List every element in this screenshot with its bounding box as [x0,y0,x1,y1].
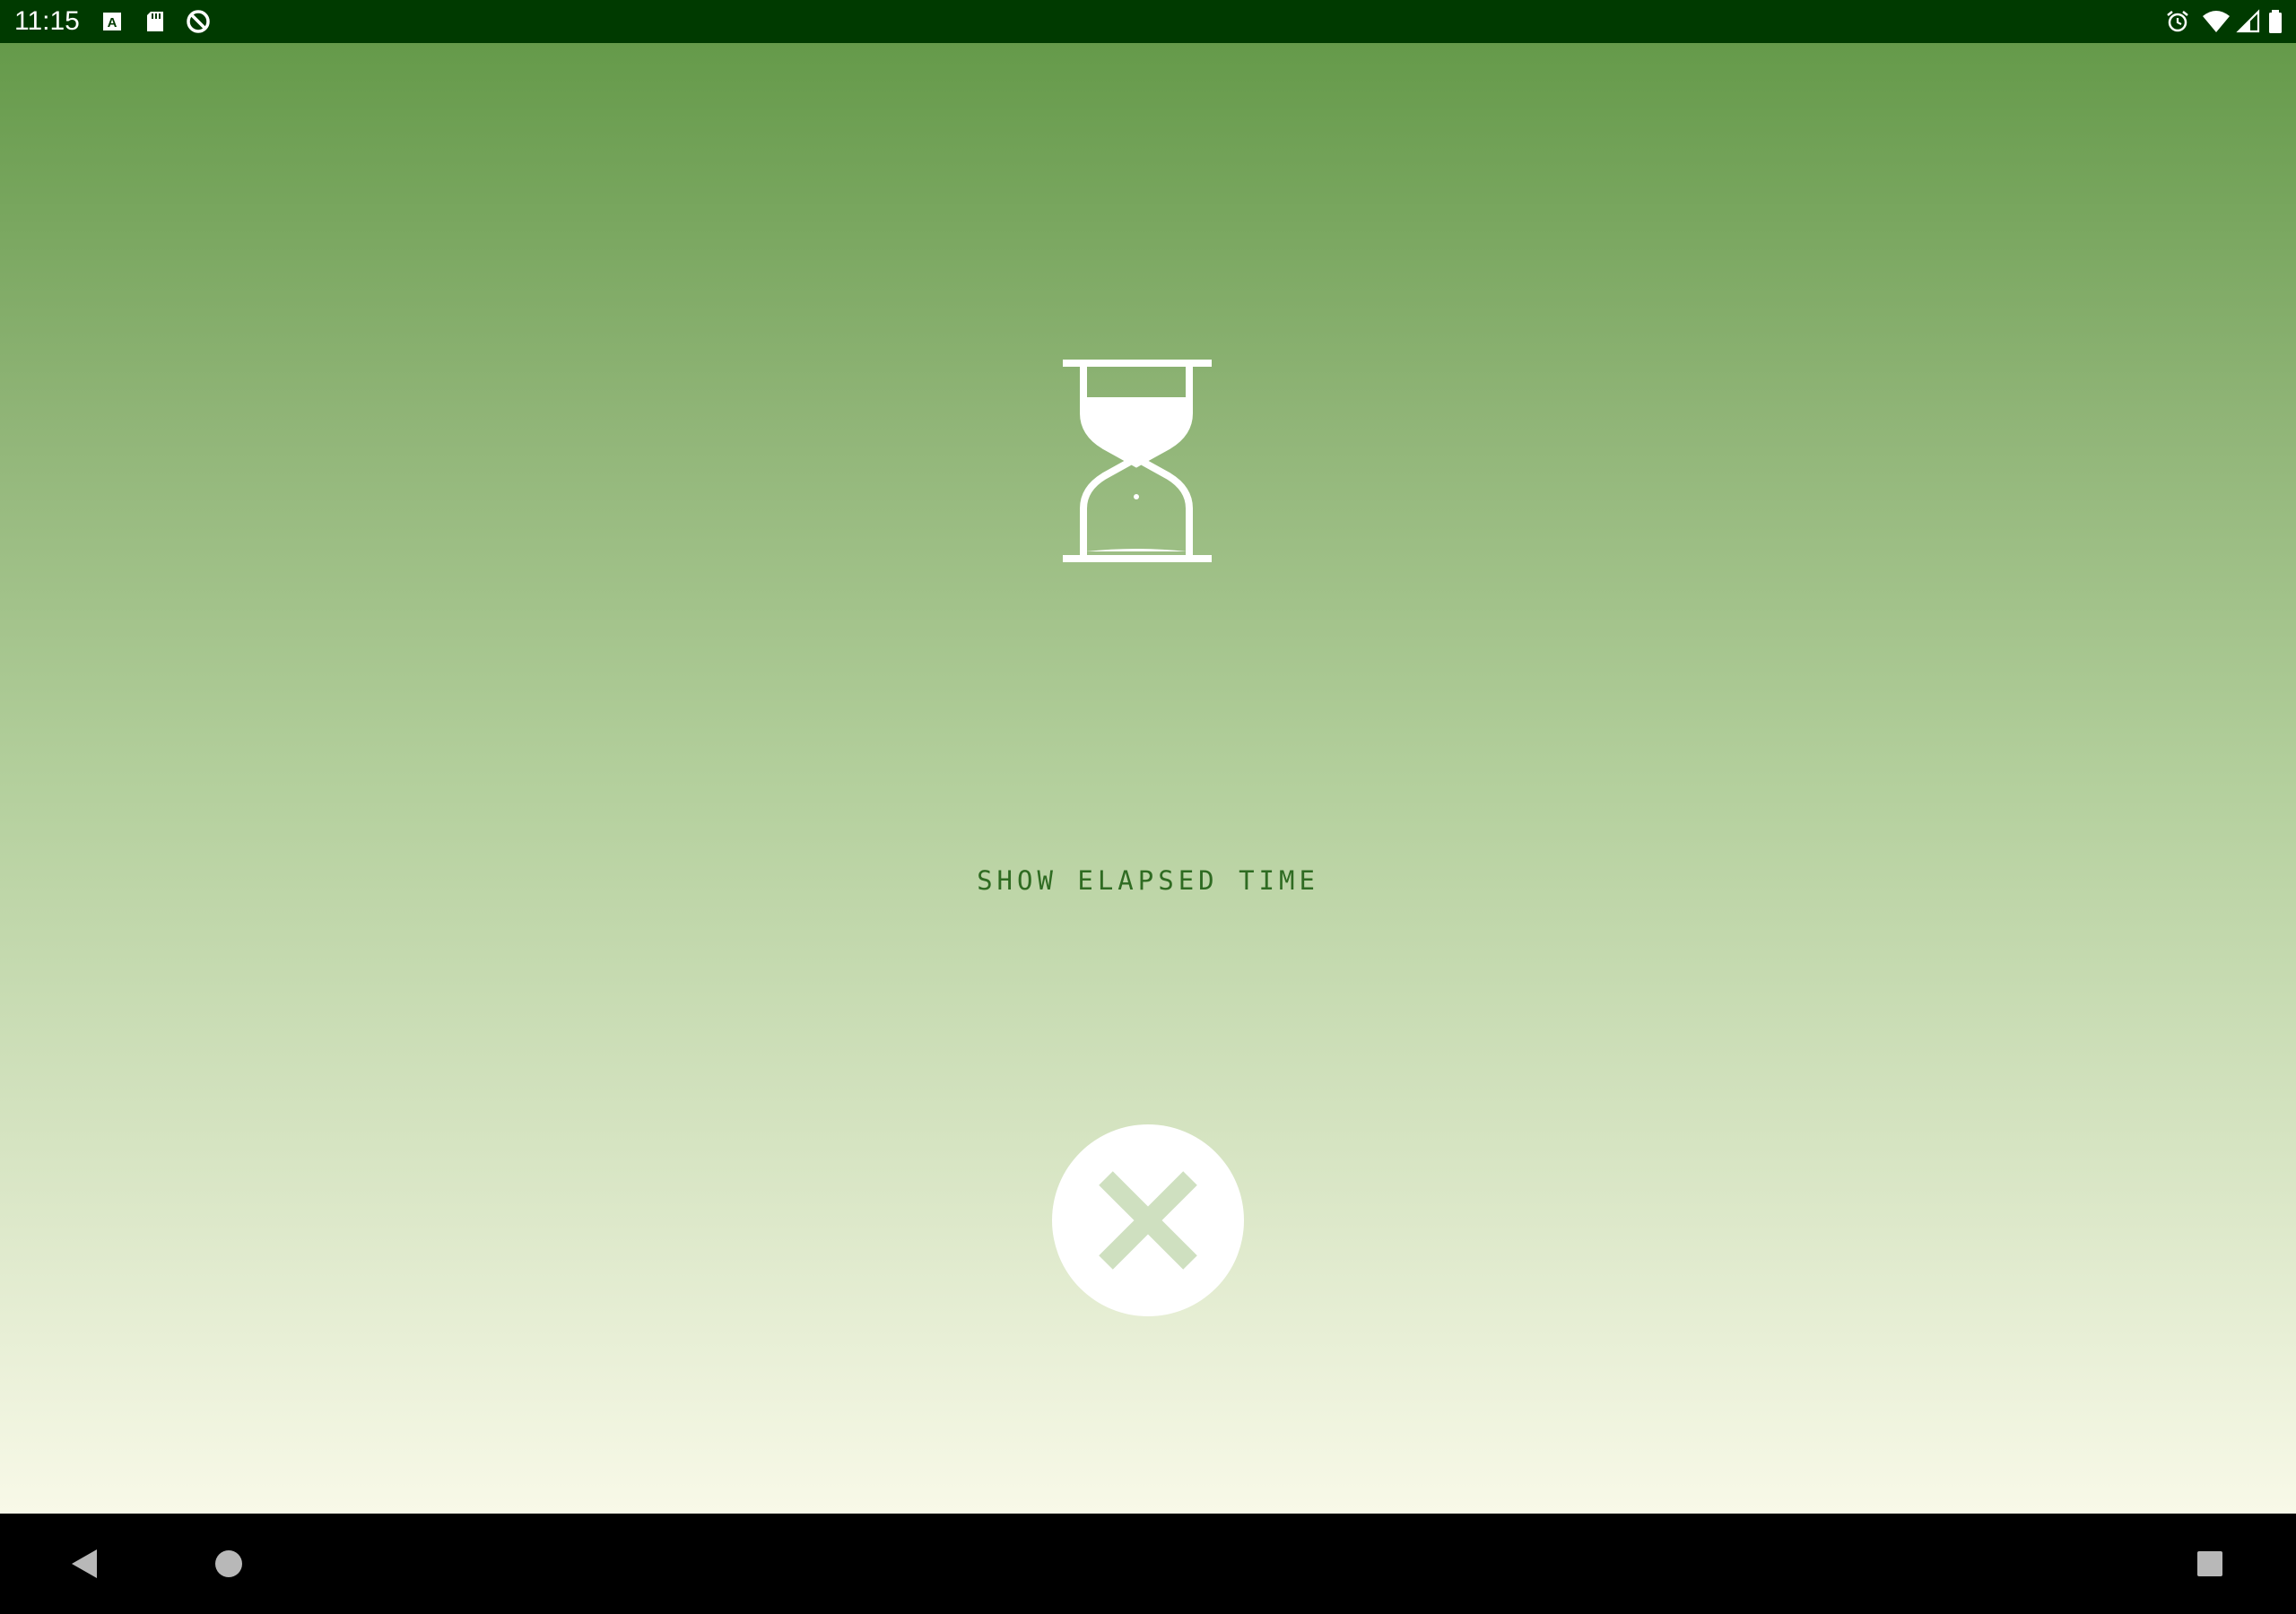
wifi-icon [2203,11,2230,32]
screen: 11:15 A SHOW ELAPSED TIME [0,0,2296,1614]
main-content: SHOW ELAPSED TIME [0,43,2296,1514]
home-icon[interactable] [202,1537,256,1591]
data-saver-icon [187,10,210,33]
recents-icon[interactable] [2183,1537,2237,1591]
navigation-bar [0,1514,2296,1614]
close-icon [1099,1171,1197,1270]
cell-signal-icon [2236,9,2260,33]
battery-icon [2269,10,2282,33]
hourglass-icon [1063,360,1212,562]
close-button[interactable] [1052,1124,1244,1316]
back-icon[interactable] [57,1537,111,1591]
show-elapsed-time-button[interactable]: SHOW ELAPSED TIME [0,865,2296,896]
status-bar: 11:15 A [0,0,2296,43]
text-a-icon: A [103,13,121,30]
sd-card-icon [147,12,163,31]
svg-text:A: A [108,15,117,30]
status-time: 11:15 [14,6,80,36]
alarm-icon [2167,11,2188,32]
